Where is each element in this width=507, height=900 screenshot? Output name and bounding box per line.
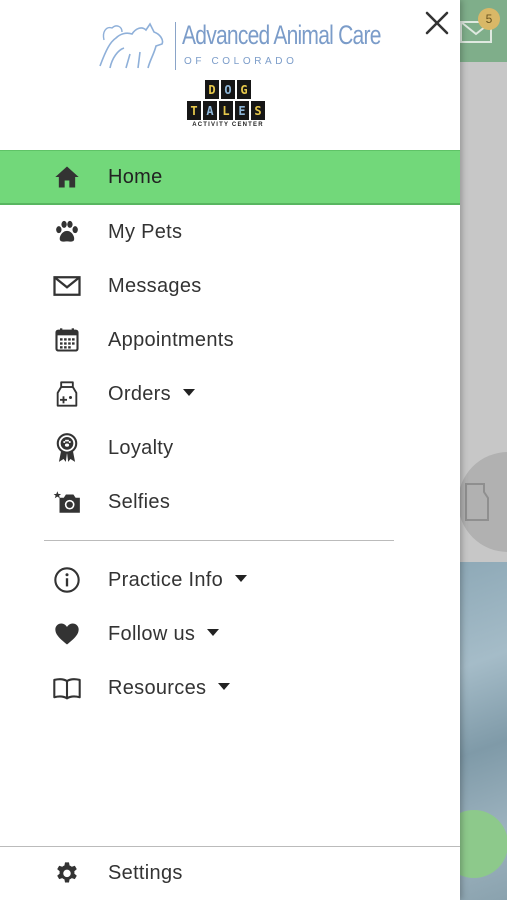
book-icon [52, 673, 82, 703]
secondary-menu: Practice Info Follow us Resources [0, 553, 460, 715]
menu-item-label-text: Practice Info [108, 568, 224, 591]
menu-item-my-pets[interactable]: My Pets [0, 205, 460, 259]
chevron-down-icon [182, 388, 195, 396]
menu-item-home[interactable]: Home [0, 150, 460, 205]
menu-item-label: Messages [108, 274, 202, 297]
dog-cat-logo-icon [99, 22, 164, 69]
logo-subtitle: OF COLORADO [184, 56, 298, 67]
menu-item-label: Settings [108, 862, 183, 884]
award-ribbon-icon [52, 433, 82, 463]
chevron-down-icon [235, 574, 248, 582]
menu-item-follow-us[interactable]: Follow us [0, 607, 460, 661]
dog-tales-letter: D [205, 80, 219, 99]
envelope-icon [52, 271, 82, 301]
menu-item-selfies[interactable]: Selfies [0, 475, 460, 529]
heart-icon [52, 619, 82, 649]
chevron-down-icon [207, 628, 220, 636]
medicine-bag-icon [52, 379, 82, 409]
dog-tales-letter: S [251, 101, 265, 120]
dog-tales-letter: A [203, 101, 217, 120]
logo-divider [175, 22, 176, 70]
menu-item-label: Selfies [108, 490, 171, 513]
chevron-down-icon [218, 682, 231, 690]
menu-item-orders[interactable]: Orders [0, 367, 460, 421]
close-icon[interactable] [422, 8, 452, 38]
menu-item-label-text: Orders [108, 382, 171, 405]
paw-icon [52, 217, 82, 247]
menu-item-label: Orders [108, 383, 195, 406]
dog-tales-letter: E [235, 101, 249, 120]
menu-item-label-text: Resources [108, 676, 207, 699]
gear-icon [52, 859, 82, 889]
menu-item-label: My Pets [108, 220, 183, 243]
menu-item-practice-info[interactable]: Practice Info [0, 553, 460, 607]
dog-tales-letter: G [237, 80, 251, 99]
calendar-icon [52, 325, 82, 355]
menu-item-label: Practice Info [108, 568, 248, 592]
menu-divider [44, 540, 394, 541]
info-icon [52, 565, 82, 595]
menu-item-label-text: Follow us [108, 622, 196, 645]
camera-icon [52, 487, 82, 517]
menu-item-loyalty[interactable]: Loyalty [0, 421, 460, 475]
dog-tales-caption: ACTIVITY CENTER [192, 122, 264, 128]
message-count-badge: 5 [478, 8, 500, 30]
logo-title: Advanced Animal Care [182, 20, 381, 50]
menu-item-label: Home [108, 165, 163, 188]
background-bag-icon [465, 483, 489, 521]
dog-tales-letter: L [219, 101, 233, 120]
menu-item-resources[interactable]: Resources [0, 661, 460, 715]
dog-tales-row-2: T A L E S [187, 101, 269, 120]
background-app: 5 [460, 0, 507, 900]
menu-item-label: Loyalty [108, 436, 174, 459]
dog-tales-logo: D O G T A L E S ACTIVITY CENTER [187, 80, 269, 142]
menu-item-appointments[interactable]: Appointments [0, 313, 460, 367]
primary-menu: Home My Pets Messages Appointments Order… [0, 150, 460, 529]
menu-item-settings[interactable]: Settings [0, 847, 460, 900]
menu-item-label: Resources [108, 676, 231, 700]
navigation-drawer: Advanced Animal Care OF COLORADO D O G T… [0, 0, 460, 900]
menu-item-label: Follow us [108, 622, 220, 646]
menu-item-messages[interactable]: Messages [0, 259, 460, 313]
dog-tales-letter: O [221, 80, 235, 99]
dog-tales-letter: T [187, 101, 201, 120]
home-icon [52, 162, 82, 192]
dog-tales-row-1: D O G [187, 80, 269, 99]
menu-item-label: Appointments [108, 328, 234, 351]
